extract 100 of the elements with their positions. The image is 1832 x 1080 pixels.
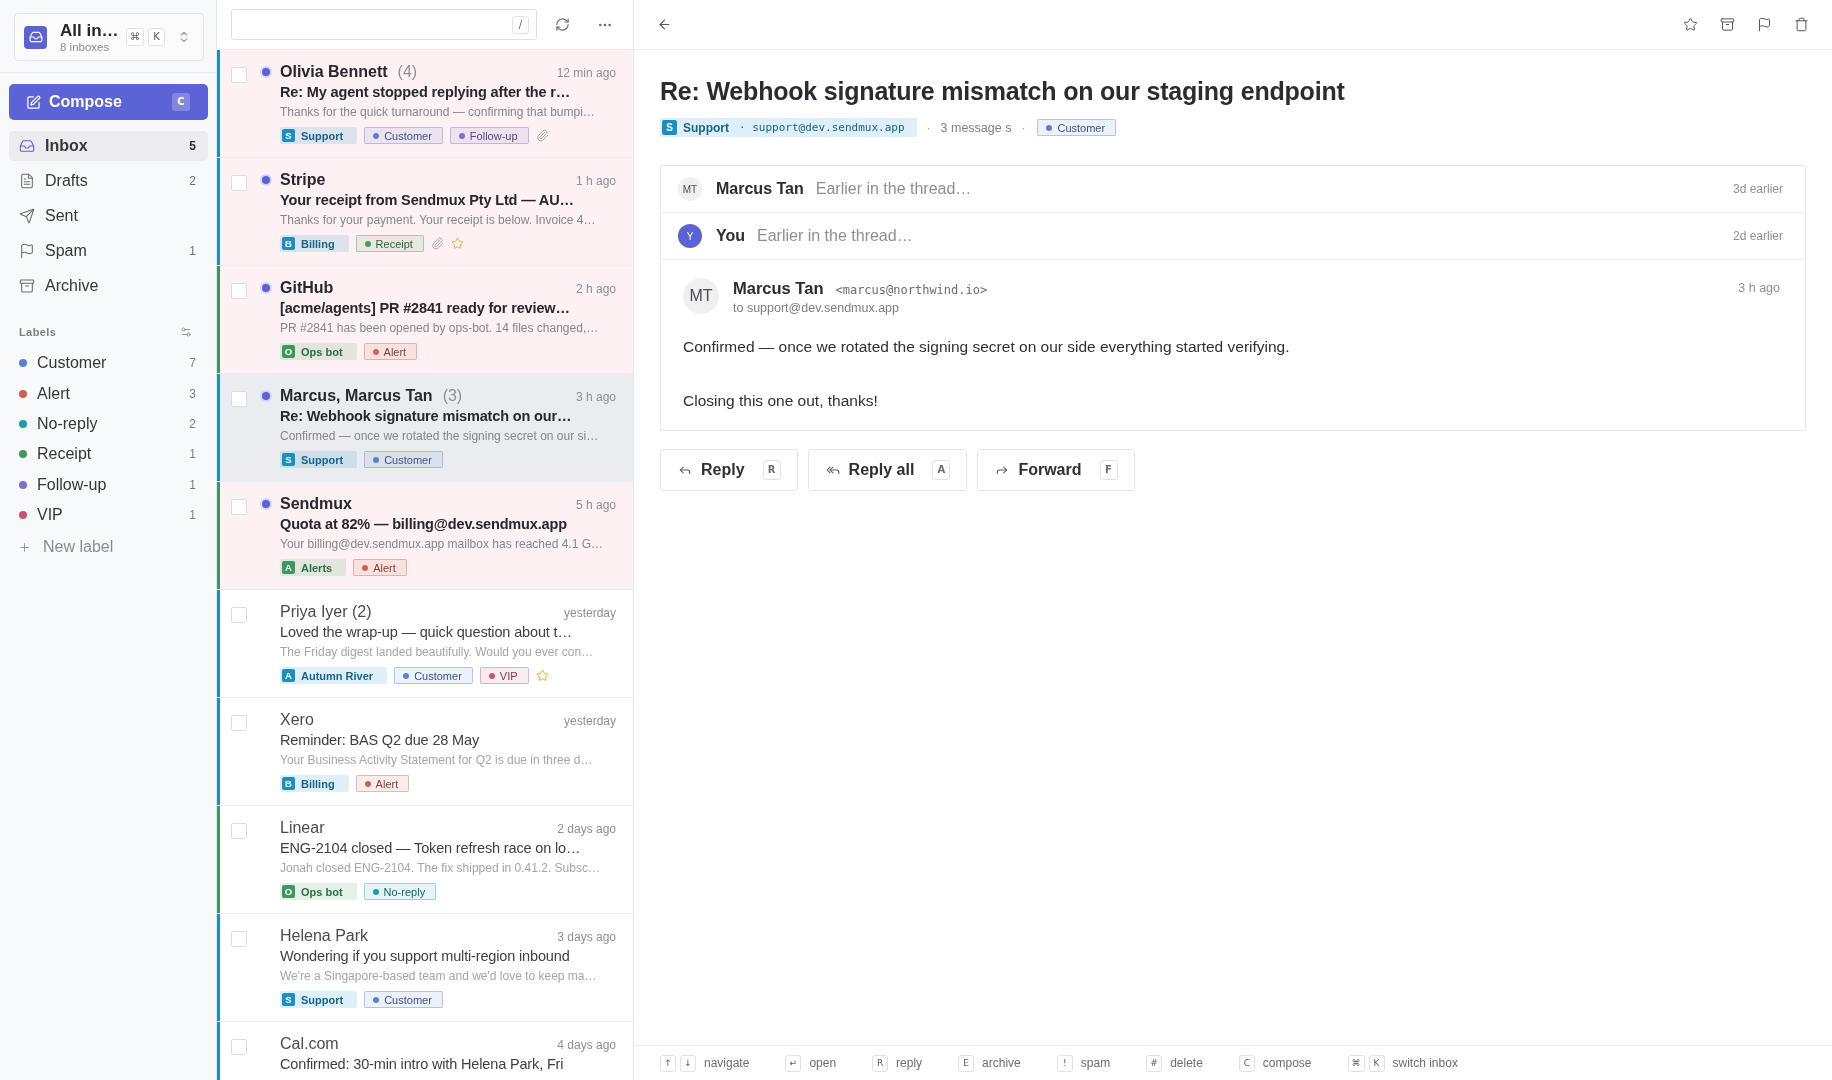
message-paragraph: Closing this one out, thanks! — [683, 391, 879, 411]
inbox-name: Alerts — [301, 561, 333, 574]
compose-button[interactable]: Compose C — [9, 84, 208, 120]
email-row[interactable]: Helena Park 3 days ago Wondering if you support multi-region inbound We're a Singapore-based team and we'd love to keep ma… S Support Customer — [217, 914, 633, 1022]
email-subject: Your receipt from Sendmux Pty Ltd — AU… — [280, 191, 575, 210]
inbox-initial: O — [282, 345, 295, 358]
star-icon[interactable] — [535, 669, 549, 682]
email-preview: We're a Singapore-based team and we'd love to keep ma… — [280, 968, 598, 985]
inbox-name: Support — [301, 453, 344, 466]
shortcut-key: / — [512, 15, 529, 34]
label-name: Customer — [384, 993, 432, 1006]
label-item[interactable]: VIP 1 — [9, 499, 208, 531]
star-icon[interactable] — [450, 237, 464, 250]
trash-icon[interactable] — [1794, 17, 1809, 32]
label-item[interactable]: Customer 7 — [9, 348, 208, 379]
label-name: Customer — [384, 453, 432, 466]
shortcut-label: navigate — [704, 1056, 750, 1070]
shortcut-key: C — [172, 93, 190, 111]
email-preview: The Friday digest landed beautifully. Would you ever con… — [280, 644, 595, 661]
message-paragraph: Confirmed — once we rotated the signing secret on our side everything started verifying. — [683, 337, 1291, 357]
checkbox[interactable] — [231, 67, 247, 83]
forward-arrow-icon — [995, 463, 1010, 477]
archive-box-icon — [19, 278, 35, 294]
email-preview: PR #2841 has been opened by ops-bot. 14 files changed,… — [280, 320, 600, 337]
inbox-tray-icon — [19, 138, 35, 154]
flag-icon — [19, 243, 35, 259]
search-field[interactable]: / — [231, 9, 537, 40]
email-subject: Loved the wrap-up — quick question about t… — [280, 623, 573, 642]
message-count: (4) — [397, 62, 418, 82]
unread-dot-icon — [260, 282, 272, 294]
message-sender: Marcus Tan — [733, 278, 824, 298]
email-row[interactable]: Sendmux 5 h ago Quota at 82% — billing@dev.sendmux.app Your billing@dev.sendmux.app mailbox has reached 4.1 G… A Alerts Alert — [217, 482, 633, 590]
email-row[interactable]: Linear 2 days ago ENG-2104 closed — Token refresh race on lo… Jonah closed ENG-2104. The fix shipped in 0.41.2. Subsc… O Ops bot No-reply — [217, 806, 633, 914]
shortcut-key: K — [1368, 1054, 1385, 1072]
nav-item[interactable]: Archive — [9, 271, 208, 301]
label-item[interactable]: Receipt 1 — [9, 439, 208, 470]
reply-button[interactable]: Reply R — [660, 449, 798, 491]
reply-all-button[interactable]: Reply all A — [807, 449, 968, 491]
email-sender: Olivia Bennett — [280, 62, 388, 82]
inbox-initial: O — [282, 885, 295, 898]
unread-dot-icon — [260, 66, 272, 78]
collapsed-message[interactable]: Y You Earlier in the thread… 2d earlier — [661, 213, 1805, 260]
star-icon[interactable] — [1683, 17, 1698, 32]
message-time: 2d earlier — [1732, 229, 1783, 243]
email-preview: Confirmed — once we rotated the signing secret on our si… — [280, 428, 600, 445]
checkbox[interactable] — [231, 391, 247, 407]
shortcut-key: A — [932, 460, 951, 480]
checkbox[interactable] — [231, 283, 247, 299]
nav-item[interactable]: Drafts 2 — [9, 166, 208, 196]
label-name: Receipt — [375, 237, 413, 250]
inbox-initial: S — [282, 129, 295, 142]
email-row[interactable]: Stripe 1 h ago Your receipt from Sendmux Pty Ltd — AU… Thanks for your payment. Your receipt is below. Invoice 4… B Billing Receipt — [217, 158, 633, 266]
checkbox[interactable] — [231, 931, 247, 947]
settings-sliders-icon[interactable] — [180, 326, 192, 338]
email-time: yesterday — [563, 606, 616, 620]
checkbox[interactable] — [231, 1039, 247, 1055]
inbox-name: Billing — [301, 777, 335, 790]
label-count: 1 — [189, 477, 196, 492]
archive-box-icon[interactable] — [1720, 17, 1735, 32]
email-row[interactable]: Marcus, Marcus Tan (3) 3 h ago Re: Webhook signature mismatch on our… Confirmed — once we rotated the signing secret on our si… S Support Customer — [217, 374, 633, 482]
recipient-line: to support@dev.sendmux.app — [733, 300, 901, 317]
label-item[interactable]: Follow-up 1 — [9, 469, 208, 500]
checkbox[interactable] — [231, 715, 247, 731]
email-sender: GitHub — [280, 278, 334, 298]
email-time: yesterday — [563, 714, 616, 728]
email-row[interactable]: Xero yesterday Reminder: BAS Q2 due 28 May Your Business Activity Statement for Q2 is due in three d… B Billing Alert — [217, 698, 633, 806]
shortcut-key: K — [148, 28, 165, 46]
avatar-initials: Y — [678, 224, 702, 248]
paper-plane-icon — [19, 208, 35, 224]
forward-button[interactable]: Forward F — [977, 449, 1135, 491]
message-snippet: Earlier in the thread… — [757, 227, 913, 245]
refresh-icon[interactable] — [555, 17, 570, 32]
inbox-name: Support — [301, 993, 344, 1006]
collapsed-message[interactable]: MT Marcus Tan Earlier in the thread… 3d earlier — [661, 166, 1805, 213]
nav-item[interactable]: Sent — [9, 201, 208, 231]
label-count: 7 — [189, 356, 196, 371]
label-name: Customer — [414, 669, 462, 682]
inbox-switcher-title: All in… — [60, 20, 120, 40]
checkbox[interactable] — [231, 175, 247, 191]
checkbox[interactable] — [231, 823, 247, 839]
nav-item[interactable]: Spam 1 — [9, 236, 208, 266]
shortcut-key: # — [1146, 1054, 1163, 1072]
email-row[interactable]: Priya Iyer (2) yesterday Loved the wrap-up — quick question about t… The Friday digest landed beautifully. Would you ever con… A Autumn River Customer VIP — [217, 590, 633, 698]
checkbox[interactable] — [231, 607, 247, 623]
shortcut-key: ! — [1056, 1054, 1073, 1072]
flag-icon[interactable] — [1757, 17, 1772, 32]
email-row[interactable]: Olivia Bennett (4) 12 min ago Re: My agent stopped replying after the r… Thanks for the quick turnaround — confirming that bumpi… S Support Customer Follow-up — [217, 50, 633, 158]
inbox-initial: S — [282, 993, 295, 1006]
shortcut-key: ↓ — [680, 1054, 696, 1072]
label-name: No-reply — [383, 885, 426, 898]
pencil-square-icon — [26, 94, 41, 110]
label-item[interactable]: Alert 3 — [9, 378, 208, 409]
inbox-switcher[interactable]: All in… 8 inboxes ⌘ K — [14, 13, 204, 61]
label-name: Alert — [373, 561, 396, 574]
email-subject: Reminder: BAS Q2 due 28 May — [280, 731, 481, 750]
label-item[interactable]: No-reply 2 — [9, 408, 208, 440]
email-row[interactable]: GitHub 2 h ago [acme/agents] PR #2841 ready for review… PR #2841 has been opened by ops-bot. 14 files changed,… O Ops bot Alert — [217, 266, 633, 374]
shortcut-label: archive — [982, 1056, 1021, 1070]
checkbox[interactable] — [231, 499, 247, 515]
nav-item[interactable]: Inbox 5 — [9, 131, 208, 161]
